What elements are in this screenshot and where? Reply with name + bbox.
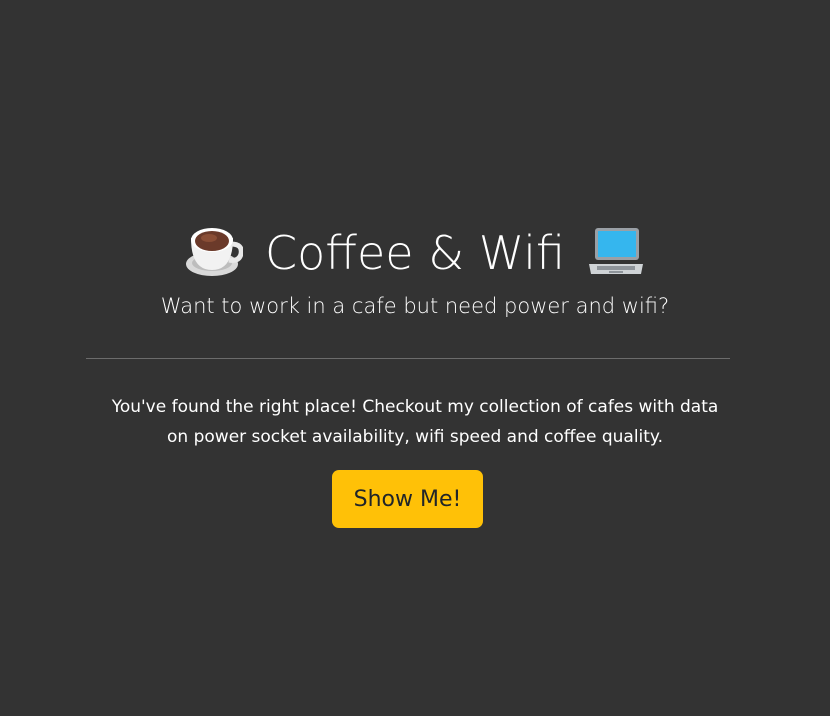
coffee-cup-icon xyxy=(185,224,244,282)
page: Coffee & Wifi Want to work in a cafe but… xyxy=(0,0,830,716)
show-me-button[interactable]: Show Me! xyxy=(332,470,483,528)
title-row: Coffee & Wifi xyxy=(0,220,830,286)
page-title: Coffee & Wifi xyxy=(265,226,565,280)
laptop-icon xyxy=(587,224,645,282)
lead-text-line-1: You've found the right place! Checkout m… xyxy=(111,397,719,417)
lead-text-line-2: on power socket availability, wifi speed… xyxy=(167,427,663,447)
lead-text: You've found the right place! Checkout m… xyxy=(60,392,770,452)
hero-section: Coffee & Wifi Want to work in a cafe but… xyxy=(0,220,830,318)
divider xyxy=(86,358,730,359)
subtitle: Want to work in a cafe but need power an… xyxy=(160,294,670,318)
